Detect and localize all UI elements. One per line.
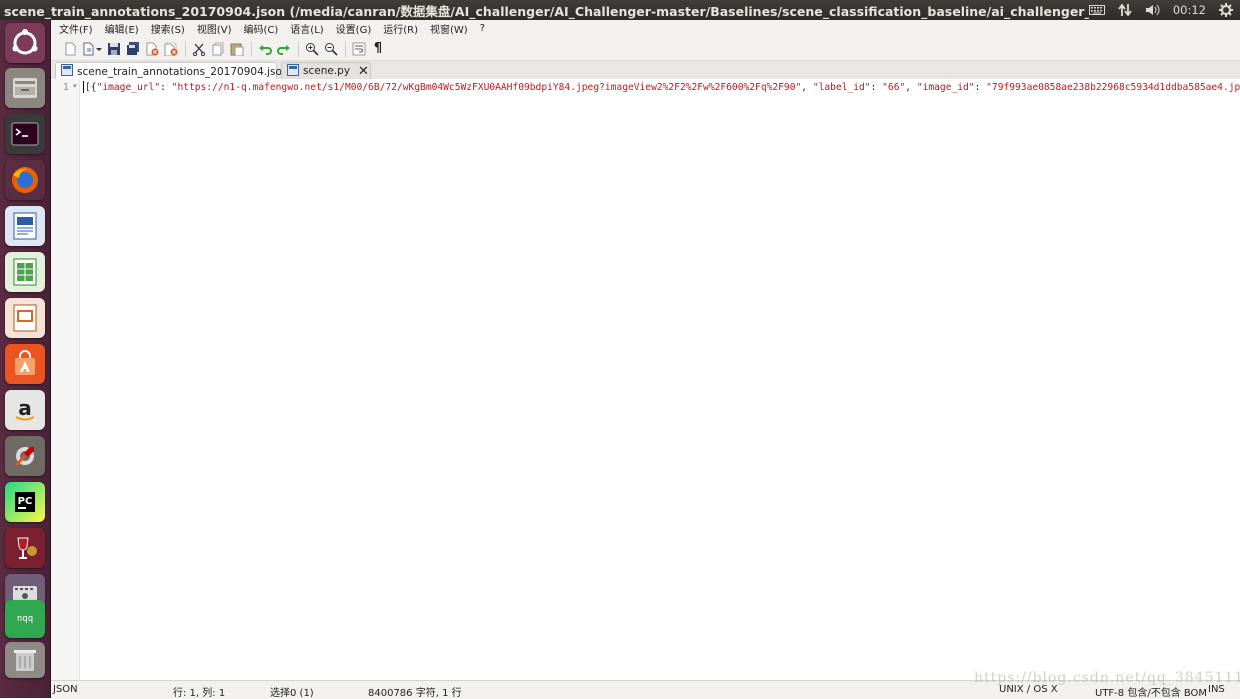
libreoffice-writer-icon[interactable]: [5, 206, 45, 246]
notepadqq-label: nqq: [16, 614, 34, 624]
watermark: https://blog.csdn.net/qq_38451119: [974, 670, 1240, 686]
code-token: "image_url": [96, 82, 161, 93]
code-token: "image_id": [916, 82, 975, 93]
save-icon[interactable]: [105, 40, 123, 58]
open-file-icon[interactable]: [80, 40, 104, 58]
menu-view[interactable]: 视图(V): [191, 21, 238, 36]
code-token: ,: [905, 82, 917, 93]
svg-text:a: a: [18, 396, 32, 420]
ubuntu-software-icon[interactable]: [5, 344, 45, 384]
code-token: "79f993ae0858ae238b22968c5934d1ddba585ae…: [986, 82, 1240, 93]
tab-scene-train-annotations[interactable]: scene_train_annotations_20170904.json ✕: [55, 62, 307, 80]
code-token: "label_id": [812, 82, 871, 93]
settings-gear-icon[interactable]: [1218, 3, 1234, 17]
status-encoding[interactable]: UTF-8 包含/不包含 BOM: [1095, 684, 1207, 699]
keyboard-icon[interactable]: [1088, 3, 1105, 17]
redo-icon[interactable]: [275, 40, 293, 58]
tab-label: scene.py: [303, 65, 351, 77]
status-language[interactable]: JSON: [53, 684, 78, 695]
amazon-icon[interactable]: a: [5, 390, 45, 430]
toolbar-separator: [298, 40, 299, 57]
show-all-chars-icon[interactable]: ¶: [369, 40, 387, 58]
menu-language[interactable]: 语言(L): [284, 21, 329, 36]
line-gutter: 1 ▾: [51, 79, 80, 680]
code-token: :: [870, 82, 883, 93]
editor[interactable]: 1 ▾ [{"image_url": "https://n1-q.mafengw…: [51, 79, 1240, 680]
menu-file[interactable]: 文件(F): [53, 21, 99, 36]
wine-icon[interactable]: [5, 528, 45, 568]
pycharm-icon[interactable]: PC: [5, 482, 45, 522]
ubuntu-dash-icon[interactable]: [5, 23, 45, 63]
save-all-icon[interactable]: [124, 40, 142, 58]
menu-run[interactable]: 运行(R): [377, 21, 424, 36]
status-selection: 选择0 (1): [270, 688, 314, 699]
code-token: :: [974, 82, 987, 93]
volume-icon[interactable]: [1145, 3, 1161, 17]
trash-icon[interactable]: [5, 642, 45, 678]
top-panel: scene_train_annotations_20170904.json (/…: [0, 0, 1240, 20]
libreoffice-calc-icon[interactable]: [5, 252, 45, 292]
cut-icon[interactable]: [190, 40, 208, 58]
window-title: scene_train_annotations_20170904.json (/…: [4, 3, 1089, 19]
launcher: a PC nqq: [0, 20, 51, 698]
zoom-in-icon[interactable]: [303, 40, 321, 58]
file-icon: [61, 64, 73, 79]
toolbar-separator: [345, 40, 346, 57]
clock[interactable]: 00:12: [1173, 3, 1206, 17]
zoom-out-icon[interactable]: [322, 40, 340, 58]
pycharm-label: PC: [18, 496, 33, 507]
menu-help[interactable]: ?: [474, 23, 491, 34]
undo-icon[interactable]: [256, 40, 274, 58]
libreoffice-impress-icon[interactable]: [5, 298, 45, 338]
firefox-icon[interactable]: [5, 160, 45, 200]
close-all-icon[interactable]: [162, 40, 180, 58]
system-settings-icon[interactable]: [5, 436, 45, 476]
toolbar-separator: [185, 40, 186, 57]
file-icon: [287, 63, 299, 79]
line-number: 1: [63, 82, 69, 93]
code-token: ,: [801, 82, 813, 93]
network-icon[interactable]: [1117, 3, 1133, 17]
terminal-icon[interactable]: [5, 114, 45, 154]
menu-settings[interactable]: 设置(G): [330, 21, 378, 36]
copy-icon[interactable]: [209, 40, 227, 58]
text-cursor: [83, 81, 84, 93]
menu-window[interactable]: 视窗(W): [424, 21, 474, 36]
files-icon[interactable]: [5, 68, 45, 108]
tab-label: scene_train_annotations_20170904.json: [77, 65, 289, 78]
menu-bar: 文件(F) 编辑(E) 搜索(S) 视图(V) 编码(C) 语言(L) 设置(G…: [51, 20, 1240, 37]
code-line[interactable]: [{"image_url": "https://n1-q.mafengwo.ne…: [83, 81, 1240, 95]
code-token: [{: [85, 82, 97, 93]
status-length: 8400786 字符, 1 行: [368, 688, 462, 699]
fold-marker-icon[interactable]: ▾: [73, 82, 77, 90]
toolbar-separator: [251, 40, 252, 57]
menu-encoding[interactable]: 编码(C): [238, 21, 285, 36]
tab-scene-py[interactable]: scene.py ✕: [281, 62, 371, 79]
tab-bar: scene_train_annotations_20170904.json ✕ …: [51, 61, 1240, 80]
toolbar: ¶: [51, 37, 1240, 61]
paste-icon[interactable]: [228, 40, 246, 58]
status-cursor-position: 行: 1, 列: 1: [173, 688, 226, 699]
menu-edit[interactable]: 编辑(E): [99, 21, 145, 36]
close-file-icon[interactable]: [143, 40, 161, 58]
code-token: "https://n1-q.mafengwo.net/s1/M00/6B/72/…: [171, 82, 802, 93]
system-tray: 00:12: [1088, 3, 1240, 17]
menu-search[interactable]: 搜索(S): [145, 21, 191, 36]
word-wrap-icon[interactable]: [350, 40, 368, 58]
new-file-icon[interactable]: [61, 40, 79, 58]
notepadqq-icon[interactable]: nqq: [5, 600, 45, 638]
code-token: :: [160, 82, 172, 93]
code-token: "66": [882, 82, 906, 93]
tab-close-icon[interactable]: ✕: [358, 65, 369, 78]
